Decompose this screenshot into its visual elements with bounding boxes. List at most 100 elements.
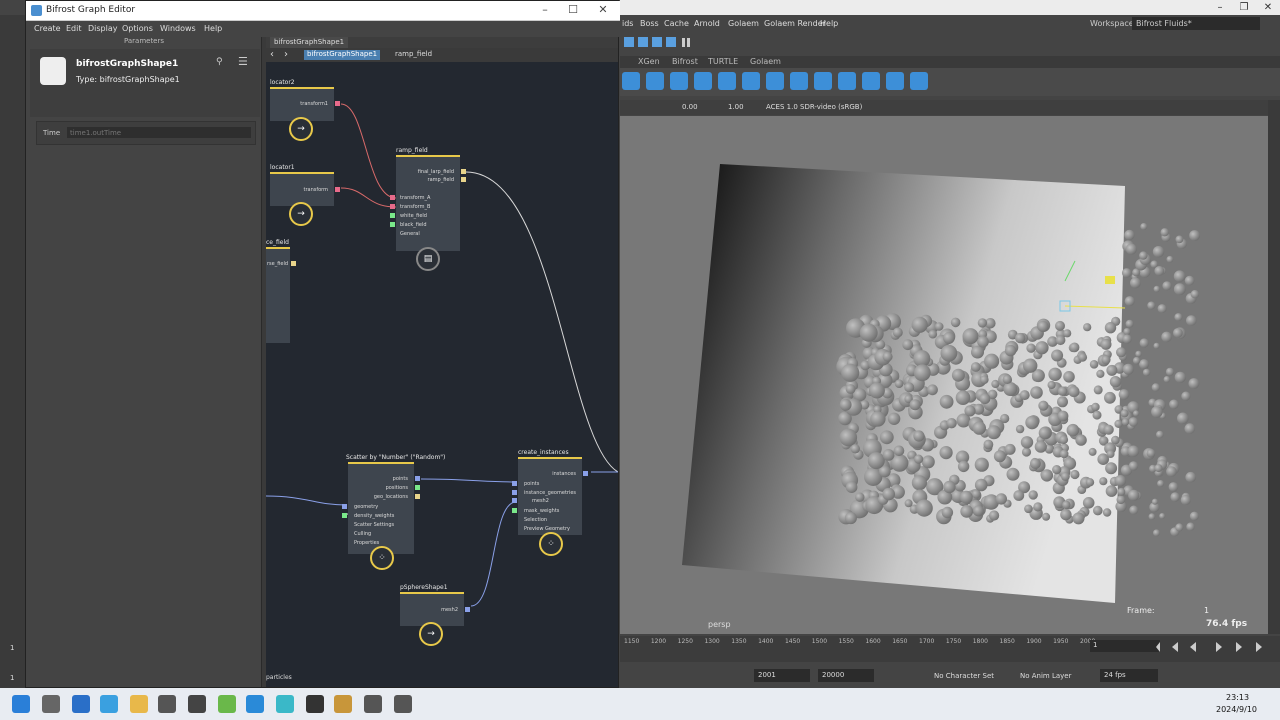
go-to-end-icon[interactable]: [1256, 642, 1262, 652]
node-locator1[interactable]: transform: [270, 172, 340, 206]
breadcrumb-item-graph[interactable]: bifrostGraphShape1: [304, 50, 381, 60]
shelf-tool-icon[interactable]: [790, 72, 808, 90]
step-forward-icon[interactable]: [1236, 642, 1242, 652]
viewport-3d[interactable]: persp Frame: 1 76.4 fps: [620, 116, 1268, 634]
step-back-icon[interactable]: [1172, 642, 1178, 652]
shelf-tab-xgen[interactable]: XGen: [638, 57, 660, 66]
instances-compound-icon[interactable]: ⁘: [539, 532, 563, 556]
input-pin[interactable]: [512, 490, 517, 495]
menu-item-create[interactable]: Create: [34, 24, 61, 33]
output-pin[interactable]: [465, 607, 470, 612]
menu-item-windows[interactable]: Windows: [160, 24, 196, 33]
maximize-button[interactable]: ❐: [1234, 0, 1254, 15]
shelf-tab-turtle[interactable]: TURTLE: [708, 57, 738, 66]
output-pin[interactable]: [335, 187, 340, 192]
node-field-partial[interactable]: rse_field: [266, 247, 296, 343]
node-scatter[interactable]: points positions geo_locations geometry …: [342, 462, 420, 554]
node-psphere-shape[interactable]: mesh2: [400, 592, 470, 626]
menu-item-help[interactable]: Help: [204, 24, 222, 33]
go-to-start-icon[interactable]: [1156, 642, 1160, 652]
chrome-icon[interactable]: [218, 695, 236, 713]
fps-select[interactable]: 24 fps: [1100, 669, 1158, 682]
maximize-button[interactable]: ☐: [562, 3, 584, 19]
workspace-select[interactable]: Bifrost Fluids*: [1132, 17, 1260, 30]
snap-icon[interactable]: [624, 37, 634, 47]
back-arrow-icon[interactable]: ‹: [270, 49, 274, 60]
range-start-field[interactable]: 2001: [754, 669, 810, 682]
input-pin[interactable]: [390, 222, 395, 227]
shelf-tool-icon[interactable]: [694, 72, 712, 90]
pause-icon[interactable]: [682, 38, 685, 47]
output-pin[interactable]: [415, 476, 420, 481]
shelf-tool-icon[interactable]: [766, 72, 784, 90]
forward-arrow-icon[interactable]: ›: [284, 49, 288, 60]
input-pin[interactable]: [342, 504, 347, 509]
breadcrumb-item-ramp-field[interactable]: ramp_field: [392, 50, 435, 60]
task-view-icon[interactable]: [42, 695, 60, 713]
input-pin[interactable]: [390, 204, 395, 209]
output-pin[interactable]: [415, 494, 420, 499]
shelf-sphere-icon[interactable]: [670, 72, 688, 90]
ramp-compound-icon[interactable]: ▤: [416, 247, 440, 271]
menu-item-arnold[interactable]: Arnold: [694, 19, 720, 28]
gamma-value[interactable]: 1.00: [728, 103, 744, 111]
locator-compound-icon[interactable]: →: [289, 202, 313, 226]
character-set-select[interactable]: No Character Set: [934, 672, 994, 680]
play-back-icon[interactable]: [1190, 642, 1196, 652]
close-button[interactable]: ✕: [1258, 0, 1278, 15]
edge-icon[interactable]: [246, 695, 264, 713]
hamburger-menu-icon[interactable]: ☰: [238, 55, 248, 68]
tab-bifrost-graph[interactable]: bifrostGraphShape1: [270, 37, 349, 48]
menu-item-cache[interactable]: Cache: [664, 19, 689, 28]
current-frame-field[interactable]: 1: [1090, 640, 1160, 652]
output-pin[interactable]: [461, 177, 466, 182]
input-pin[interactable]: [342, 513, 347, 518]
graph-canvas[interactable]: locator2 transform1 → locator1 transform…: [266, 62, 618, 687]
sphere-compound-icon[interactable]: →: [419, 622, 443, 646]
menu-item-golaem-render[interactable]: Golaem Render: [764, 19, 826, 28]
node-ramp-field[interactable]: final_larp_field ramp_field transform_A …: [390, 155, 466, 251]
widgets-icon[interactable]: [72, 695, 90, 713]
input-pin[interactable]: [390, 195, 395, 200]
input-pin[interactable]: [512, 498, 517, 503]
input-pin[interactable]: [512, 508, 517, 513]
output-pin[interactable]: [583, 471, 588, 476]
shelf-cube-icon[interactable]: [646, 72, 664, 90]
app-icon[interactable]: [334, 695, 352, 713]
output-pin[interactable]: [415, 485, 420, 490]
pin-icon[interactable]: ⚲: [216, 57, 223, 67]
menu-item-help[interactable]: Help: [820, 19, 838, 28]
shelf-tool-icon[interactable]: [862, 72, 880, 90]
exposure-value[interactable]: 0.00: [682, 103, 698, 111]
shelf-tool-icon[interactable]: [886, 72, 904, 90]
node-locator2[interactable]: transform1: [270, 87, 340, 121]
input-pin[interactable]: [390, 213, 395, 218]
shelf-tool-icon[interactable]: [742, 72, 760, 90]
shelf-tab-golaem[interactable]: Golaem: [750, 57, 781, 66]
input-pin[interactable]: [512, 481, 517, 486]
shelf-tool-icon[interactable]: [910, 72, 928, 90]
menu-item-edit[interactable]: Edit: [66, 24, 82, 33]
clock-time[interactable]: 23:13: [1226, 693, 1249, 702]
channel-box-strip[interactable]: [1268, 100, 1280, 634]
shelf-tool-icon[interactable]: [718, 72, 736, 90]
render-icon[interactable]: [666, 37, 676, 47]
graph-area[interactable]: bifrostGraphShape1 ‹ › bifrostGraphShape…: [266, 37, 618, 687]
menu-item-options[interactable]: Options: [122, 24, 153, 33]
maya-icon[interactable]: [276, 695, 294, 713]
shelf-tool-icon[interactable]: [622, 72, 640, 90]
minimize-button[interactable]: –: [1210, 0, 1230, 15]
clock-date[interactable]: 2024/9/10: [1216, 705, 1257, 714]
close-button[interactable]: ✕: [592, 3, 614, 19]
locator-compound-icon[interactable]: →: [289, 117, 313, 141]
shelf-tool-icon[interactable]: [838, 72, 856, 90]
menu-item-display[interactable]: Display: [88, 24, 118, 33]
app-icon[interactable]: [394, 695, 412, 713]
app-icon[interactable]: [364, 695, 382, 713]
color-space-select[interactable]: ACES 1.0 SDR-video (sRGB): [766, 103, 862, 111]
terminal-icon[interactable]: [306, 695, 324, 713]
calculator-icon[interactable]: [158, 695, 176, 713]
menu-item-golaem[interactable]: Golaem: [728, 19, 759, 28]
output-pin[interactable]: [461, 169, 466, 174]
chat-icon[interactable]: [100, 695, 118, 713]
